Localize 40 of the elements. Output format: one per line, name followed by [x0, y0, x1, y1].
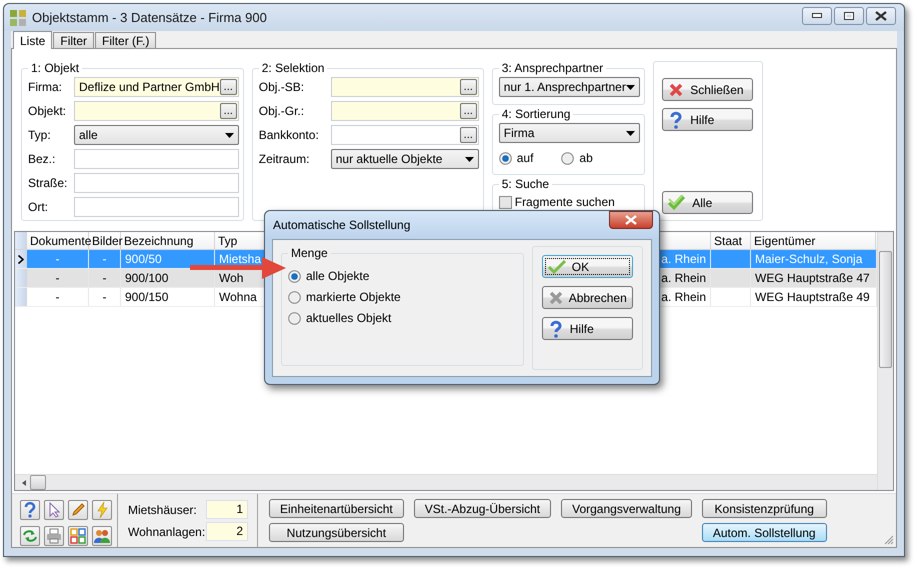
table-cell: WEG Hauptstraße 49	[755, 290, 870, 304]
group-title: Menge	[290, 246, 329, 260]
table-cell: -	[56, 271, 60, 285]
table-cell: Mietsha	[219, 252, 262, 266]
window-title: Objektstamm - 3 Datensätze - Firma 900	[32, 10, 267, 25]
table-cell: Maier-Schulz, Sonja	[755, 252, 862, 266]
field-label: Bankkonto:	[258, 128, 320, 142]
table-cell: a. Rhein	[661, 252, 706, 266]
field-label: Obj.-Gr.:	[258, 104, 306, 118]
table-cell: -	[102, 252, 106, 266]
table-cell: a. Rhein	[661, 271, 706, 285]
field-label: Zeitraum:	[258, 152, 310, 166]
field-label: Obj.-SB:	[258, 80, 306, 94]
group-title: 5: Suche	[500, 177, 550, 191]
table-cell: WEG Hauptstraße 47	[755, 271, 870, 285]
table-cell: -	[102, 271, 106, 285]
table-cell: -	[56, 290, 60, 304]
group-title: 4: Sortierung	[500, 107, 572, 121]
group-title: 3: Ansprechpartner	[500, 61, 604, 75]
count-label: Mietshäuser:	[128, 502, 198, 516]
field-label: Firma:	[28, 80, 63, 94]
group-title: 2: Selektion	[260, 61, 326, 75]
count-field: 1	[206, 500, 248, 519]
table-cell: -	[102, 290, 106, 304]
table-cell: a. Rhein	[661, 290, 706, 304]
count-label: Wohnanlagen:	[128, 524, 206, 538]
field-label: Ort:	[28, 200, 49, 214]
table-cell: Woh	[219, 271, 244, 285]
table-cell: 900/100	[125, 271, 168, 285]
table-cell: 900/150	[125, 290, 168, 304]
group-title: 1: Objekt	[30, 61, 80, 75]
table-cell: -	[56, 252, 60, 266]
count-field: 2	[206, 522, 248, 541]
field-label: Straße:	[28, 176, 68, 190]
table-cell: 900/50	[125, 252, 162, 266]
field-label: Bez.:	[28, 152, 56, 166]
field-label: Objekt:	[28, 104, 68, 118]
table-cell: Wohna	[219, 290, 257, 304]
field-label: Typ:	[28, 128, 52, 142]
dialog-title: Automatische Sollstellung	[273, 218, 410, 232]
